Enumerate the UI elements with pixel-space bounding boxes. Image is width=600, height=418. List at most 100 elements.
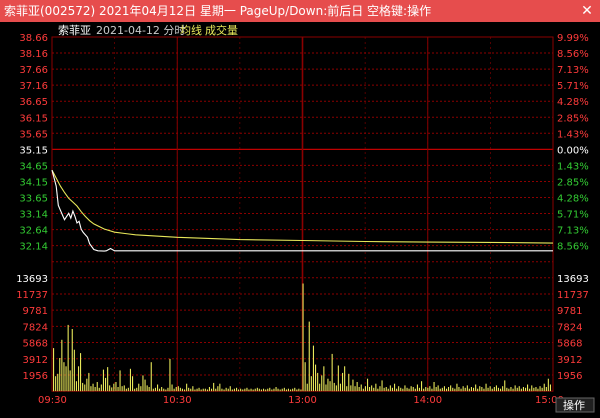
volume-bar (275, 387, 277, 392)
volume-bar (510, 387, 512, 392)
volume-bar (421, 381, 423, 392)
volume-bar (186, 383, 188, 392)
volume-bar (69, 370, 71, 392)
volume-bar (254, 388, 256, 392)
volume-bar (454, 388, 456, 392)
volume-bar (206, 389, 208, 392)
volume-bar (175, 387, 177, 392)
volume-bar (541, 387, 543, 392)
time-tick-label: 13:00 (288, 395, 317, 406)
price-tick-label: 37.16 (19, 81, 48, 92)
volume-bar (192, 386, 194, 392)
volume-bar (475, 384, 477, 392)
volume-bar (327, 378, 329, 392)
price-tick-label: 32.64 (19, 226, 48, 237)
percent-tick-label: 5.71% (557, 81, 589, 92)
volume-bar (236, 387, 238, 392)
volume-bar (315, 364, 317, 392)
volume-tick-label: 9781 (557, 306, 582, 317)
volume-bar (298, 388, 300, 392)
volume-bar (157, 384, 159, 392)
price-tick-label: 38.16 (19, 49, 48, 60)
volume-bar (296, 389, 298, 392)
volume-bar (223, 389, 225, 392)
volume-bar (481, 387, 483, 392)
intraday-chart[interactable]: 38.66 38.16 37.66 37.16 36.65 36.15 35.65 35.15… (0, 22, 600, 414)
volume-tick-label: 11737 (557, 290, 589, 301)
volume-bar (431, 388, 433, 392)
volume-bar (144, 379, 146, 392)
percent-tick-label: 5.71% (557, 210, 589, 221)
volume-bar (65, 366, 67, 392)
volume-bar (364, 386, 366, 392)
volume-bar (514, 385, 516, 392)
volume-bar (360, 384, 362, 392)
title-bar: 索菲亚(002572) 2021年04月12日 星期一 PageUp/Down:… (0, 0, 600, 22)
volume-bar (387, 388, 389, 392)
volume-bar (150, 362, 152, 392)
volume-bar (473, 387, 475, 392)
volume-bar (107, 367, 109, 392)
volume-bar (188, 387, 190, 392)
volume-bar (531, 385, 533, 392)
price-tick-label: 33.65 (19, 194, 48, 205)
volume-bar (115, 382, 117, 392)
price-tick-label: 36.15 (19, 113, 48, 124)
volume-bar (539, 386, 541, 392)
volume-bar (352, 379, 354, 392)
volume-bar (466, 385, 468, 392)
volume-tick-label: 5868 (23, 339, 48, 350)
volume-bar (217, 386, 219, 392)
volume-bar (248, 389, 250, 392)
volume-bar (323, 366, 325, 392)
close-icon[interactable]: ✕ (580, 0, 594, 22)
volume-bar (344, 366, 346, 392)
price-tick-label: 35.15 (19, 145, 48, 156)
volume-bar (211, 388, 213, 392)
volume-bar (265, 389, 267, 392)
volume-bar (250, 388, 252, 392)
volume-bar (136, 387, 138, 392)
volume-bar (391, 387, 393, 392)
volume-tick-label: 13693 (16, 274, 48, 285)
volume-bar (425, 387, 427, 392)
volume-bar (450, 385, 452, 392)
volume-bar (292, 388, 294, 392)
volume-tick-label: 7824 (557, 322, 582, 333)
volume-bar (410, 386, 412, 392)
volume-bar (306, 383, 308, 392)
volume-bar (225, 387, 227, 392)
volume-bar (61, 339, 63, 392)
volume-bar (381, 380, 383, 392)
volume-bar (477, 388, 479, 392)
volume-bar (71, 329, 73, 392)
date-label: 2021-04-12 分时 (96, 24, 185, 37)
volume-tick-label: 3912 (23, 355, 48, 366)
volume-bar (491, 388, 493, 392)
volume-tick-label: 9781 (23, 306, 48, 317)
volume-bar (520, 388, 522, 392)
volume-bar (177, 386, 179, 392)
volume-bar (132, 376, 134, 392)
volume-bar (82, 382, 84, 392)
volume-bar (190, 388, 192, 392)
percent-tick-label: 8.56% (557, 242, 589, 253)
volume-bar (533, 387, 535, 392)
volume-bar (290, 389, 292, 392)
volume-bar (271, 389, 273, 392)
volume-bar (198, 387, 200, 392)
volume-bar (269, 387, 271, 392)
volume-bar (493, 387, 495, 392)
volume-bar (96, 382, 98, 392)
volume-bar (319, 383, 321, 392)
volume-bar (535, 387, 537, 392)
volume-bar (527, 384, 529, 392)
volume-tick-label: 13693 (557, 274, 589, 285)
volume-bar (404, 385, 406, 392)
price-tick-label: 33.14 (19, 210, 48, 221)
volume-bar (429, 386, 431, 392)
volume-bar (312, 345, 314, 392)
volume-bar (537, 388, 539, 392)
volume-bar (302, 283, 304, 392)
volume-bar (518, 386, 520, 392)
